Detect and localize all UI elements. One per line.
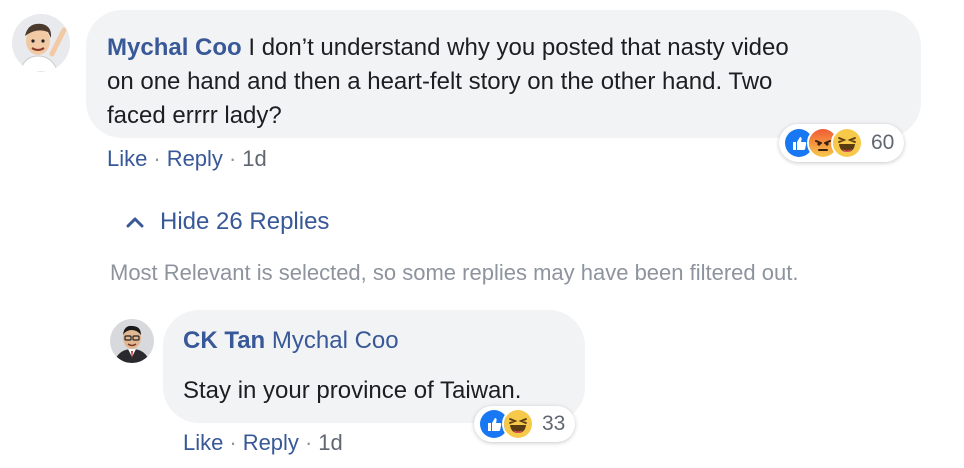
separator: ·: [228, 146, 237, 171]
reply-link[interactable]: Reply: [243, 430, 299, 455]
reply-header: CK Tan Mychal Coo: [183, 324, 399, 358]
hide-replies-label: Hide 26 Replies: [160, 208, 330, 235]
chevron-up-icon: [124, 211, 146, 233]
reply-text: Stay in your province of Taiwan.: [183, 377, 522, 404]
haha-icon: [831, 127, 863, 159]
separator: ·: [153, 146, 161, 171]
haha-icon: [502, 408, 534, 440]
replier-avatar[interactable]: [110, 319, 154, 363]
like-link[interactable]: Like: [107, 146, 147, 171]
reply-link[interactable]: Reply: [167, 146, 223, 171]
comment-body: Mychal Coo I don’t understand why you po…: [107, 31, 907, 133]
reply-author-link[interactable]: CK Tan: [183, 327, 265, 354]
reply-mention-link[interactable]: Mychal Coo: [272, 327, 399, 354]
commenter-avatar[interactable]: [12, 14, 70, 72]
reaction-count: 33: [542, 412, 566, 435]
separator: ·: [229, 430, 237, 455]
comment-text-line-1: I don’t understand why you posted that n…: [241, 34, 789, 61]
timestamp[interactable]: 1d: [318, 430, 342, 455]
reply-actions: Like · Reply · 1d: [183, 430, 343, 456]
comment-author-link[interactable]: Mychal Coo: [107, 34, 242, 61]
reaction-count: 60: [871, 131, 895, 154]
filter-note: Most Relevant is selected, so some repli…: [110, 260, 799, 285]
separator: ·: [304, 430, 313, 455]
comment-reactions[interactable]: 60: [779, 124, 905, 162]
timestamp[interactable]: 1d: [242, 146, 266, 171]
like-link[interactable]: Like: [183, 430, 223, 455]
comment-actions: Like · Reply · 1d: [107, 146, 267, 172]
reply-reactions[interactable]: 33: [474, 406, 576, 442]
comment-text-line-2: on one hand and then a heart-felt story …: [107, 68, 773, 95]
hide-replies-toggle[interactable]: Hide 26 Replies: [124, 208, 329, 236]
